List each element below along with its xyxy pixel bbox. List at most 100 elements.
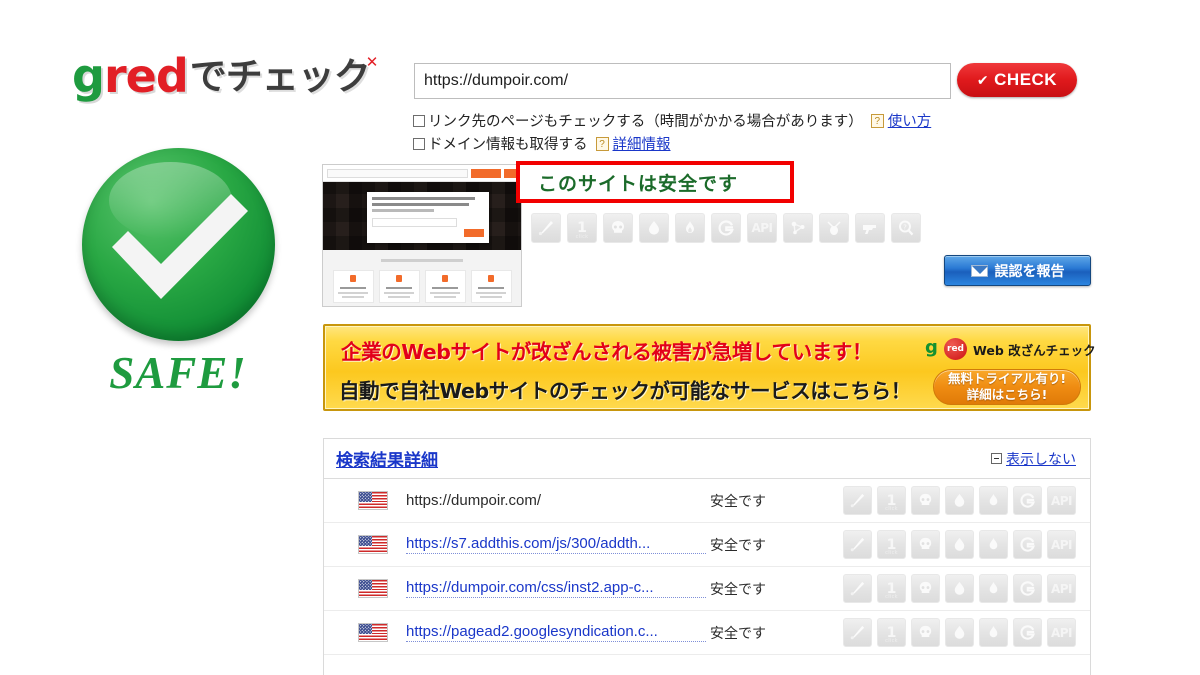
- option-label-follow-links: リンク先のページもチェックする（時間がかかる場合があります）: [428, 114, 863, 130]
- us-flag-icon: [358, 535, 388, 554]
- one-click-icon: 1 click: [877, 486, 906, 515]
- skull-icon: [911, 486, 940, 515]
- ad-logo-g: g: [925, 337, 938, 358]
- results-panel: 検索結果詳細 表示しない https://dumpoir.com/ 安全です 1…: [323, 438, 1091, 675]
- link-usage[interactable]: 使い方: [888, 110, 932, 131]
- verdict-banner-text: このサイトは安全です: [538, 172, 739, 195]
- flame-icon: [979, 574, 1008, 603]
- checkbox-follow-links[interactable]: [413, 114, 425, 127]
- thumbnail-search-box: [327, 168, 468, 178]
- report-button-label: 誤認を報告: [994, 263, 1065, 280]
- results-hide-toggle[interactable]: 表示しない: [991, 449, 1076, 469]
- ad-subline: 自動で自社Webサイトのチェックが可能なサービスはこちら！: [339, 379, 911, 403]
- api-icon: API: [1047, 574, 1076, 603]
- result-url[interactable]: https://s7.addthis.com/js/300/addth...: [406, 535, 706, 554]
- gun-icon: [855, 213, 885, 243]
- result-status: 安全です: [710, 581, 766, 598]
- malware-icon: [843, 530, 872, 559]
- site-thumbnail[interactable]: [322, 164, 522, 307]
- check-button[interactable]: ✔ CHECK: [957, 63, 1077, 97]
- result-status: 安全です: [710, 537, 766, 554]
- phishing-icon: [819, 213, 849, 243]
- results-hide-label: 表示しない: [1006, 451, 1076, 468]
- flame-icon: [675, 213, 705, 243]
- droplet-icon: [639, 213, 669, 243]
- table-row: https://dumpoir.com/ 安全です 1 click API: [324, 479, 1090, 523]
- safe-label: SAFE!: [109, 348, 247, 398]
- droplet-icon: [945, 486, 974, 515]
- one-click-label: click: [575, 234, 589, 240]
- thumbnail-card: [366, 191, 490, 244]
- gred-logo[interactable]: g red でチェック ✕: [72, 46, 402, 106]
- api-icon: API: [1047, 486, 1076, 515]
- result-status: 安全です: [710, 493, 766, 510]
- help-icon-usage[interactable]: ?: [870, 113, 884, 128]
- skull-icon: [911, 574, 940, 603]
- thumbnail-search-bar: [323, 165, 521, 182]
- ad-cta-line1: 無料トライアル有り!: [947, 371, 1067, 386]
- report-misdetection-button[interactable]: 誤認を報告: [944, 255, 1091, 286]
- result-url[interactable]: https://dumpoir.com/css/inst2.app-c...: [406, 579, 706, 598]
- url-input[interactable]: https://dumpoir.com/: [414, 63, 951, 99]
- result-url: https://dumpoir.com/: [406, 492, 542, 509]
- thumbnail-button-primary: [471, 168, 501, 178]
- table-row: https://s7.addthis.com/js/300/addth... 安…: [324, 523, 1090, 567]
- checkbox-domain-info[interactable]: [413, 137, 425, 150]
- droplet-icon: [945, 574, 974, 603]
- g-spiral-icon: [1013, 486, 1042, 515]
- result-icon-strip: 1 click API: [843, 486, 1076, 515]
- result-status: 安全です: [710, 625, 766, 642]
- svg-text:?: ?: [903, 224, 907, 232]
- ad-cta-button[interactable]: 無料トライアル有り! 詳細はこちら!: [933, 369, 1081, 405]
- checkmark-icon: [111, 194, 248, 299]
- collapse-icon: [991, 453, 1002, 464]
- ad-logo-text: Web 改ざんチェック: [973, 342, 1096, 358]
- result-icon-strip: 1 click API: [843, 574, 1076, 603]
- ad-banner[interactable]: 企業のWebサイトが改ざんされる被害が急増しています！ 自動で自社Webサイトの…: [323, 324, 1096, 411]
- g-spiral-icon: [711, 213, 741, 243]
- api-icon: API: [1047, 618, 1076, 647]
- thumbnail-body: [323, 250, 521, 306]
- skull-icon: [911, 618, 940, 647]
- ad-cta-line2: 詳細はこちら!: [966, 387, 1048, 402]
- ad-logo-mark: g red: [925, 338, 967, 360]
- logo-red: red: [103, 49, 189, 103]
- skull-icon: [603, 213, 633, 243]
- help-icon-details[interactable]: ?: [595, 136, 609, 151]
- logo-star-icon: ✕: [365, 54, 379, 71]
- option-row-follow-links: リンク先のページもチェックする（時間がかかる場合があります） ? 使い方: [413, 110, 931, 131]
- one-click-number: 1: [577, 220, 587, 236]
- g-spiral-icon: [1013, 618, 1042, 647]
- api-icon: API: [1047, 530, 1076, 559]
- threat-icon-strip: 1 click API ?: [531, 213, 921, 243]
- magnifier-question-icon: ?: [891, 213, 921, 243]
- safe-circle-icon: [81, 148, 275, 341]
- logo-japanese: でチェック: [189, 54, 371, 98]
- one-click-icon: 1 click: [877, 530, 906, 559]
- check-tick-icon: ✔: [976, 71, 990, 88]
- results-title[interactable]: 検索結果詳細: [336, 446, 438, 471]
- table-row: https://pagead2.googlesyndication.c... 安…: [324, 611, 1090, 655]
- result-url[interactable]: https://pagead2.googlesyndication.c...: [406, 623, 706, 642]
- droplet-icon: [945, 618, 974, 647]
- gred-check-page: g red でチェック ✕ https://dumpoir.com/ ✔ CHECK …: [0, 0, 1200, 675]
- g-spiral-icon: [1013, 574, 1042, 603]
- flame-icon: [979, 486, 1008, 515]
- safe-badge: SAFE!: [78, 148, 278, 399]
- us-flag-icon: [358, 491, 388, 510]
- link-details[interactable]: 詳細情報: [613, 133, 671, 154]
- option-label-domain-info: ドメイン情報も取得する: [428, 137, 588, 153]
- check-button-label: CHECK: [994, 70, 1058, 89]
- flame-icon: [979, 618, 1008, 647]
- skull-icon: [911, 530, 940, 559]
- result-icon-strip: 1 click API: [843, 530, 1076, 559]
- results-header: 検索結果詳細 表示しない: [324, 439, 1090, 479]
- network-icon: [783, 213, 813, 243]
- table-row: https://dumpoir.com/css/inst2.app-c... 安…: [324, 567, 1090, 611]
- malware-icon: [531, 213, 561, 243]
- api-label: API: [751, 221, 773, 235]
- ad-logo: g red Web 改ざんチェック: [925, 338, 1096, 360]
- verdict-banner: このサイトは安全です: [516, 161, 794, 203]
- malware-icon: [843, 574, 872, 603]
- result-icon-strip: 1 click API: [843, 618, 1076, 647]
